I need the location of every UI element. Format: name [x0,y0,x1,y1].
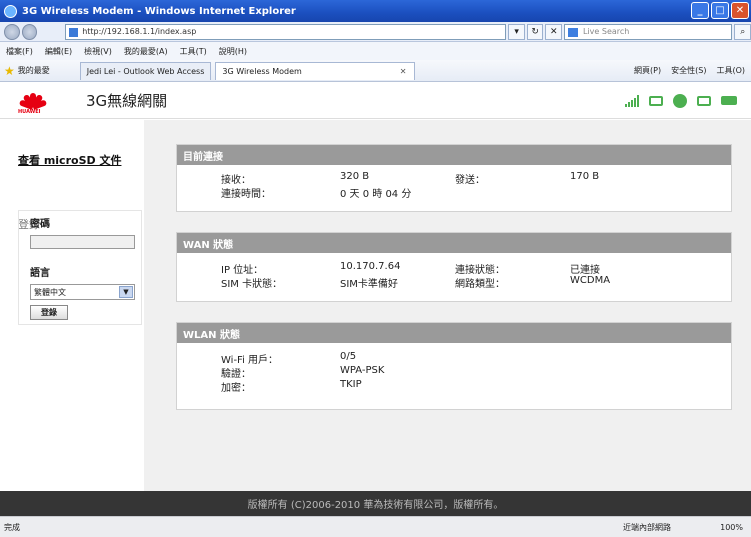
ip-label: IP 位址： [221,265,264,276]
auth-value: WPA-PSK [340,365,385,376]
password-input[interactable] [30,235,135,249]
time-value: 0 天 0 時 04 分 [340,189,412,200]
send-label: 發送： [455,175,485,186]
toolbar-page[interactable]: 網頁(P) [634,65,661,76]
search-input[interactable]: Live Search [564,23,733,40]
browser-window: 3G Wireless Modem - Windows Internet Exp… [0,0,751,537]
app-title: 3G無線網關 [86,92,168,110]
panel-title: 目前連接 [177,145,731,165]
microsd-link[interactable]: 查看 microSD 文件 [18,152,121,168]
internet-globe-icon [673,93,687,108]
search-icon[interactable]: ⌕ [734,23,751,40]
ip-value: 10.170.7.64 [340,261,401,272]
signal-strength-icon [625,94,639,107]
sim-status-label: SIM 卡狀態： [221,279,283,290]
toolbar-safety[interactable]: 安全性(S) [671,65,706,76]
tab-modem[interactable]: 3G Wireless Modem ✕ [215,61,416,80]
status-icons [625,93,737,108]
login-button[interactable]: 登錄 [30,305,68,320]
stop-icon[interactable]: ✕ [545,23,562,40]
auth-label: 驗證： [221,369,251,380]
toolbar-tools[interactable]: 工具(O) [716,65,745,76]
network-type-label: 網路類型： [455,279,505,290]
ie-logo-icon [4,4,17,18]
encryption-value: TKIP [340,379,362,390]
encryption-label: 加密： [221,383,251,394]
dropdown-icon[interactable]: ▾ [508,23,525,40]
footer: 版權所有 (C)2006-2010 華為技術有限公司，版權所有。 [0,491,751,516]
password-label: 密碼 [30,219,50,230]
panel-title: WLAN 狀態 [177,323,731,343]
favorites-label[interactable]: 我的最愛 [18,65,50,76]
wifi-status-icon [697,95,711,106]
status-text: 完成 [4,522,20,532]
time-label: 連接時間： [221,189,271,200]
recv-label: 接收： [221,175,251,186]
recv-value: 320 B [340,171,370,182]
tab-outlook[interactable]: Jedi Lei - Outlook Web Access [79,61,212,80]
close-button[interactable]: ✕ [731,2,749,19]
maximize-button[interactable]: □ [711,2,729,19]
wifi-users-label: Wi-Fi 用戶： [221,355,279,366]
copyright-text: 版權所有 (C)2006-2010 華為技術有限公司，版權所有。 [247,500,504,511]
url-field[interactable]: http://192.168.1.1/index.asp [65,23,507,40]
huawei-logo: HUAWEI [18,87,48,115]
network-type-value: WCDMA [570,275,611,286]
favorites-star-icon[interactable]: ★ [4,64,15,78]
menu-edit[interactable]: 編輯(E) [45,46,72,57]
favorites-bar: ★ 我的最愛 Jedi Lei - Outlook Web Access 3G … [0,60,751,82]
title-bar: 3G Wireless Modem - Windows Internet Exp… [0,0,751,22]
chevron-down-icon[interactable]: ▼ [119,286,133,298]
minimize-button[interactable]: _ [691,2,709,19]
send-value: 170 B [570,171,600,182]
main-content: 目前連接 接收： 320 B 發送： 170 B 連接時間： 0 天 0 時 0… [144,120,751,491]
language-select[interactable]: 繁體中文 ▼ [30,284,135,300]
tab-close-icon[interactable]: ✕ [400,67,407,76]
back-button[interactable] [4,23,20,40]
status-bar: 完成 近端內部網路 100% [0,516,751,537]
menu-view[interactable]: 檢視(V) [84,46,112,57]
wlan-status-panel: WLAN 狀態 Wi-Fi 用戶： 0/5 驗證： WPA-PSK 加密： TK… [176,322,732,410]
refresh-icon[interactable]: ↻ [526,23,544,40]
app-header: HUAWEI 3G無線網關 [0,83,751,119]
menu-help[interactable]: 說明(H) [219,46,247,57]
battery-icon [721,96,737,105]
panel-title: WAN 狀態 [177,233,731,253]
current-connection-panel: 目前連接 接收： 320 B 發送： 170 B 連接時間： 0 天 0 時 0… [176,144,732,212]
wifi-users-value: 0/5 [340,351,357,362]
address-bar: http://192.168.1.1/index.asp ▾ ↻ ✕ Live … [0,22,751,42]
language-label: 語言 [30,268,50,279]
menu-favorites[interactable]: 我的最愛(A) [124,46,168,57]
menu-bar: 檔案(F) 編輯(E) 檢視(V) 我的最愛(A) 工具(T) 說明(H) [0,42,751,60]
forward-button[interactable] [21,23,38,40]
wan-status-panel: WAN 狀態 IP 位址： 10.170.7.64 連接狀態： 已連接 SIM … [176,232,732,302]
conn-status-label: 連接狀態： [455,265,505,276]
conn-status-value: 已連接 [570,265,600,276]
menu-tools[interactable]: 工具(T) [180,46,207,57]
menu-file[interactable]: 檔案(F) [6,46,33,57]
sim-status-icon [649,95,663,106]
window-title: 3G Wireless Modem - Windows Internet Exp… [22,5,296,17]
sim-status-value: SIM卡準備好 [340,279,398,290]
zoom-level[interactable]: 100% [720,523,743,532]
security-zone: 近端內部網路 [623,522,671,532]
